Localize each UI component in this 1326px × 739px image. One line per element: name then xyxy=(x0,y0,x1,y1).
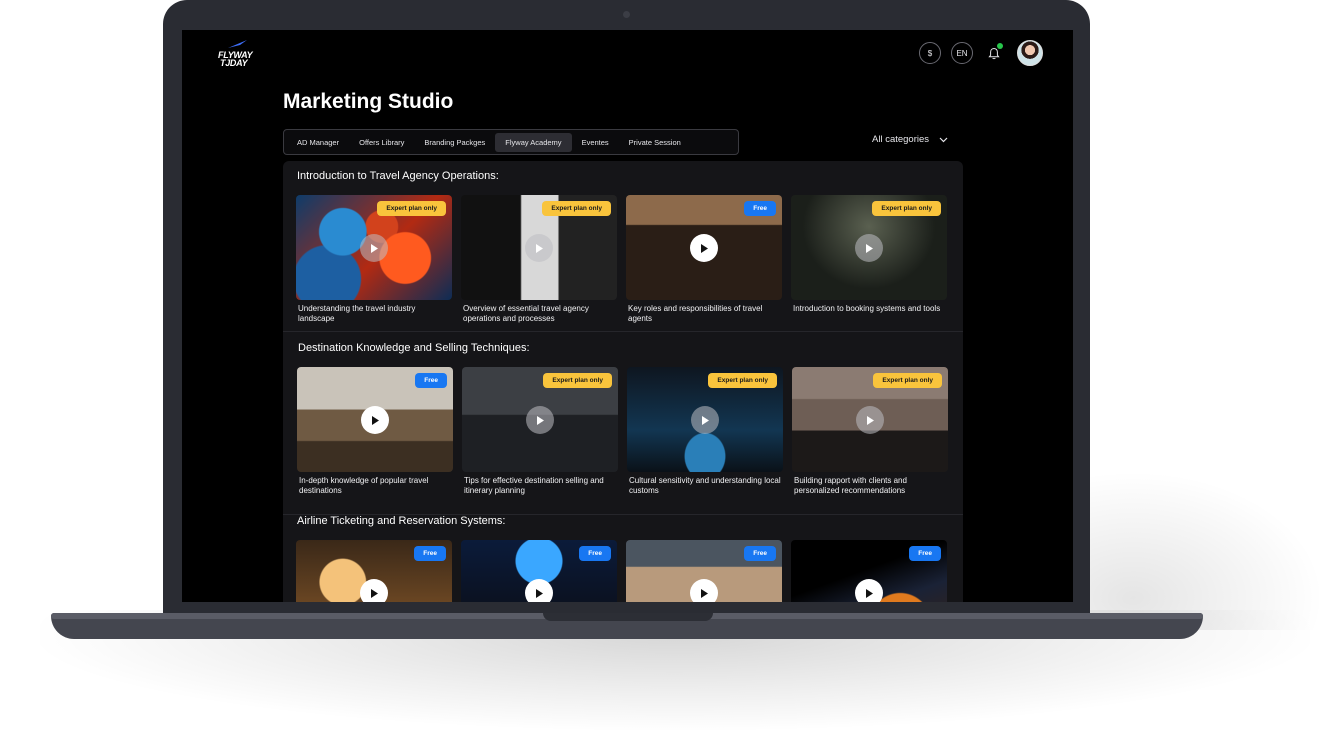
wing-icon xyxy=(228,40,247,48)
video-card[interactable]: Expert plan only Overview of essential t… xyxy=(461,195,617,324)
page-title: Marketing Studio xyxy=(283,90,454,113)
video-card[interactable]: Free xyxy=(296,540,452,602)
play-icon xyxy=(866,243,873,253)
play-icon xyxy=(537,415,544,425)
language-button[interactable]: EN xyxy=(951,42,973,64)
chevron-down-icon xyxy=(939,137,948,142)
play-icon xyxy=(701,588,708,598)
video-card[interactable]: Expert plan only Introduction to booking… xyxy=(791,195,947,314)
play-icon xyxy=(536,588,543,598)
video-card[interactable]: Free xyxy=(626,540,782,602)
logo-line-2: TJDAY xyxy=(220,58,248,68)
video-card[interactable]: Free In-depth knowledge of popular trave… xyxy=(297,367,453,496)
plan-badge: Expert plan only xyxy=(377,201,446,216)
play-icon xyxy=(702,415,709,425)
video-title: Tips for effective destination selling a… xyxy=(464,476,604,495)
play-icon xyxy=(867,415,874,425)
video-title: In-depth knowledge of popular travel des… xyxy=(299,476,429,495)
plan-badge: Free xyxy=(744,201,776,216)
plan-badge: Expert plan only xyxy=(543,373,612,388)
plan-badge: Expert plan only xyxy=(872,201,941,216)
video-thumbnail[interactable]: Expert plan only xyxy=(462,367,618,472)
play-button[interactable] xyxy=(526,406,554,434)
app-screen: FLYWAY TJDAY $ EN Marketing Studio AD Ma… xyxy=(182,30,1073,602)
video-thumbnail[interactable]: Free xyxy=(297,367,453,472)
studio-tabs: AD Manager Offers Library Branding Packg… xyxy=(283,129,739,155)
notification-dot xyxy=(997,43,1003,49)
play-icon xyxy=(372,415,379,425)
video-title: Understanding the travel industry landsc… xyxy=(298,304,416,323)
video-card[interactable]: Free xyxy=(461,540,617,602)
play-button[interactable] xyxy=(690,234,718,262)
plan-badge: Expert plan only xyxy=(708,373,777,388)
camera-dot xyxy=(623,11,630,18)
plan-badge: Expert plan only xyxy=(873,373,942,388)
plan-badge: Expert plan only xyxy=(542,201,611,216)
play-button[interactable] xyxy=(856,406,884,434)
section-title: Airline Ticketing and Reservation System… xyxy=(297,515,506,527)
plan-badge: Free xyxy=(744,546,776,561)
video-title: Overview of essential travel agency oper… xyxy=(463,304,589,323)
play-icon xyxy=(536,243,543,253)
video-title: Introduction to booking systems and tool… xyxy=(793,304,941,313)
section-title: Introduction to Travel Agency Operations… xyxy=(297,170,499,182)
play-button[interactable] xyxy=(525,234,553,262)
video-thumbnail[interactable]: Expert plan only xyxy=(461,195,617,300)
notifications-button[interactable] xyxy=(983,42,1005,64)
plan-badge: Free xyxy=(579,546,611,561)
currency-button[interactable]: $ xyxy=(919,42,941,64)
play-icon xyxy=(371,588,378,598)
academy-content-panel: Introduction to Travel Agency Operations… xyxy=(283,161,963,602)
video-thumbnail[interactable]: Free xyxy=(626,195,782,300)
tab-flyway-academy[interactable]: Flyway Academy xyxy=(495,132,572,152)
video-card[interactable]: Free Key roles and responsibilities of t… xyxy=(626,195,782,324)
play-button[interactable] xyxy=(855,234,883,262)
play-button[interactable] xyxy=(691,406,719,434)
device-mockup: FLYWAY TJDAY $ EN Marketing Studio AD Ma… xyxy=(0,0,1326,739)
play-icon xyxy=(701,243,708,253)
tab-branding-packages[interactable]: Branding Packges xyxy=(414,133,495,152)
section-title: Destination Knowledge and Selling Techni… xyxy=(298,342,530,354)
video-thumbnail[interactable]: Free xyxy=(626,540,782,602)
play-button[interactable] xyxy=(525,579,553,602)
play-button[interactable] xyxy=(855,579,883,602)
brand-logo[interactable]: FLYWAY TJDAY xyxy=(216,40,256,68)
plan-badge: Free xyxy=(909,546,941,561)
video-thumbnail[interactable]: Free xyxy=(461,540,617,602)
video-title: Building rapport with clients and person… xyxy=(794,476,907,495)
tab-offers-library[interactable]: Offers Library xyxy=(349,133,414,152)
video-thumbnail[interactable]: Free xyxy=(296,540,452,602)
play-button[interactable] xyxy=(361,406,389,434)
user-avatar[interactable] xyxy=(1017,40,1043,66)
video-thumbnail[interactable]: Expert plan only xyxy=(296,195,452,300)
play-button[interactable] xyxy=(690,579,718,602)
video-card[interactable]: Expert plan only Cultural sensitivity an… xyxy=(627,367,783,496)
category-select[interactable]: All categories xyxy=(872,134,948,145)
video-title: Key roles and responsibilities of travel… xyxy=(628,304,763,323)
video-card[interactable]: Expert plan only Understanding the trave… xyxy=(296,195,452,324)
video-thumbnail[interactable]: Expert plan only xyxy=(627,367,783,472)
play-button[interactable] xyxy=(360,234,388,262)
plan-badge: Free xyxy=(415,373,447,388)
video-card[interactable]: Free xyxy=(791,540,947,602)
play-button[interactable] xyxy=(360,579,388,602)
video-card[interactable]: Expert plan only Tips for effective dest… xyxy=(462,367,618,496)
play-icon xyxy=(371,243,378,253)
video-thumbnail[interactable]: Expert plan only xyxy=(792,367,948,472)
laptop-notch xyxy=(543,613,713,621)
topbar-actions: $ EN xyxy=(919,40,1043,66)
video-thumbnail[interactable]: Free xyxy=(791,540,947,602)
tab-private-session[interactable]: Private Session xyxy=(619,133,691,152)
tab-ad-manager[interactable]: AD Manager xyxy=(287,133,349,152)
plan-badge: Free xyxy=(414,546,446,561)
tab-events[interactable]: Eventes xyxy=(572,133,619,152)
video-title: Cultural sensitivity and understanding l… xyxy=(629,476,781,495)
video-card[interactable]: Expert plan only Building rapport with c… xyxy=(792,367,948,496)
side-shadow xyxy=(1085,470,1325,630)
video-thumbnail[interactable]: Expert plan only xyxy=(791,195,947,300)
category-select-value: All categories xyxy=(872,134,930,145)
play-icon xyxy=(866,588,873,598)
section-divider xyxy=(283,331,963,332)
